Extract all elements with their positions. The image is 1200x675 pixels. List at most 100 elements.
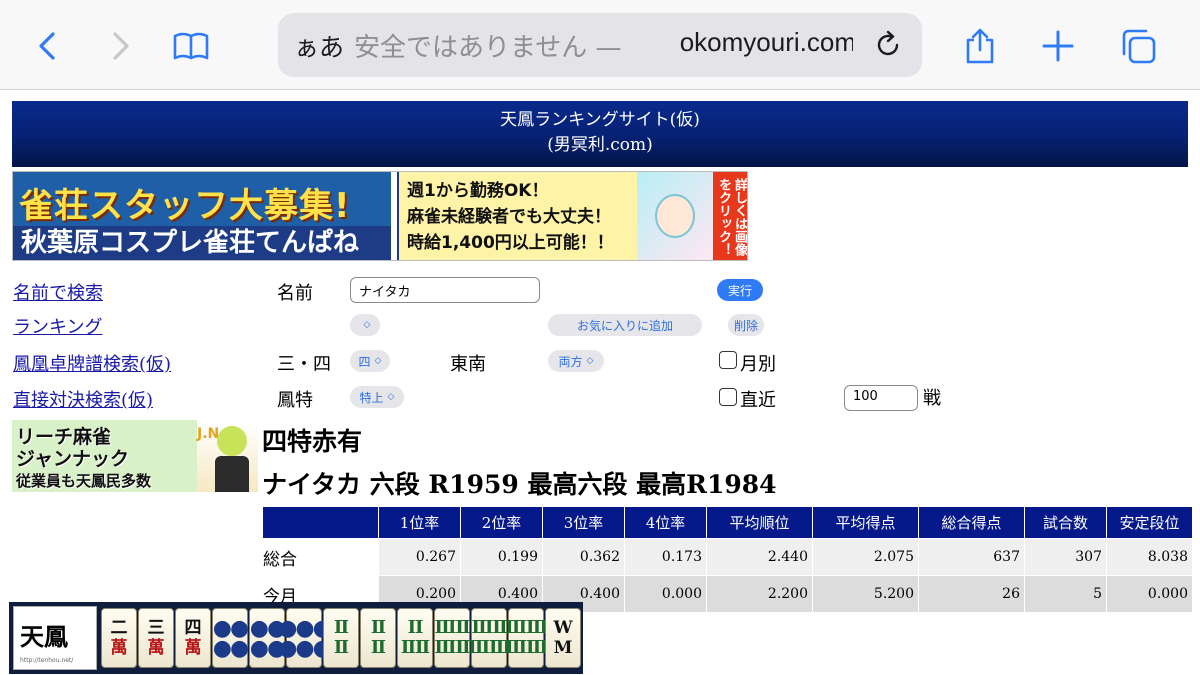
tile-bottom: ⅡⅡ (400, 637, 430, 658)
length-select-value: 両方 (558, 354, 583, 369)
recent-checkbox[interactable] (719, 388, 737, 406)
mahjong-tile-icon: ⅠⅠ ⅡⅡ (397, 608, 433, 668)
plus-icon[interactable] (1034, 22, 1082, 70)
table-cell: 0.362 (542, 538, 625, 576)
tile-top: 三 (147, 618, 165, 638)
tile-top: ⅢⅢ (505, 617, 548, 638)
header-cell (262, 506, 379, 539)
tenhou-logo-text: 天鳳 (20, 622, 68, 651)
games-unit-label: 戦 (923, 388, 941, 409)
delete-button[interactable]: 削除 (728, 314, 764, 336)
execute-button[interactable]: 実行 (717, 279, 763, 301)
link-ranking[interactable]: ランキング (13, 313, 102, 339)
name-label: 名前 (277, 283, 313, 304)
reader-aa-button[interactable]: ぁあ (294, 28, 344, 64)
name-input[interactable]: ナイタカ (350, 277, 540, 303)
tenhou-logo: 天鳳 http://tenhou.net/ (13, 606, 97, 670)
header-cell: 1位率 (378, 506, 461, 539)
link-name-search[interactable]: 名前で検索 (13, 279, 103, 305)
room-select[interactable]: 特上 ◇ (350, 386, 404, 408)
jannak-text-panel: リーチ麻雀 ジャンナック 従業員も天鳳民多数 (12, 420, 197, 492)
header-cell: 安定段位 (1106, 506, 1193, 539)
staff-recruit-ad-banner[interactable]: 雀荘スタッフ大募集! 秋葉原コスプレ雀荘てんぱね 週1から勤務OK！ 麻雀未経験… (12, 171, 748, 261)
ad-line: 時給1,400円以上可能！！ (407, 233, 614, 253)
mahjong-tile-icon: ⅢⅡ ⅢⅡ (434, 608, 471, 668)
rule-title: 四特赤有 (262, 427, 363, 456)
back-chevron-icon[interactable] (24, 22, 72, 70)
share-icon[interactable] (956, 22, 1004, 70)
header-cell: 3位率 (542, 506, 625, 539)
stats-header-row: 1位率 2位率 3位率 4位率 平均順位 平均得点 総合得点 試合数 安定段位 (262, 506, 1193, 539)
ad-headline: 雀荘スタッフ大募集! (19, 186, 351, 226)
favorites-select[interactable]: ◇ (350, 314, 380, 336)
table-cell: 637 (918, 538, 1025, 576)
browser-toolbar: ぁあ 安全ではありません — okomyouri.com (0, 0, 1200, 90)
table-cell: 0.000 (1106, 575, 1193, 613)
stats-table: 1位率 2位率 3位率 4位率 平均順位 平均得点 総合得点 試合数 安定段位 … (262, 506, 1193, 613)
table-cell: 5.200 (812, 575, 919, 613)
mahjong-tile-icon: ⅢⅢ ⅢⅢ (505, 608, 548, 668)
header-cell: 総合得点 (918, 506, 1025, 539)
ad-click-prompt: 詳しくは画像をクリック！ (713, 172, 747, 260)
jannak-line3: 従業員も天鳳民多数 (16, 472, 152, 490)
monthly-label: 月別 (740, 354, 776, 375)
mahjong-tile-icon: ⅡⅡ (323, 608, 359, 668)
site-title: 天鳳ランキングサイト(仮) (500, 110, 700, 130)
tabs-icon[interactable] (1114, 22, 1162, 70)
ad-character-illustration (637, 172, 713, 260)
row-label: 総合 (262, 538, 379, 576)
tile-top: 二 (110, 618, 128, 638)
ad-line: 週1から勤務OK！ (407, 181, 549, 201)
tile-bottom: 萬 (147, 638, 165, 658)
tenhou-ad-banner[interactable]: 天鳳 http://tenhou.net/ 二萬三萬四萬 ●● ●● ●● ●● ●●● ●… (9, 602, 583, 674)
table-cell: 307 (1024, 538, 1107, 576)
tile-bottom: ⅢⅢ (505, 637, 548, 658)
recent-count-input[interactable]: 100 (844, 385, 918, 411)
players-select[interactable]: 四 ◇ (350, 350, 390, 372)
link-direct-match-search[interactable]: 直接対決検索(仮) (13, 386, 153, 412)
jannak-line2: ジャンナック (16, 448, 130, 470)
link-houou-log-search[interactable]: 鳳凰卓牌譜検索(仮) (13, 350, 171, 376)
table-cell: 0.173 (624, 538, 707, 576)
table-cell: 0.000 (624, 575, 707, 613)
room-label: 鳳特 (277, 390, 313, 411)
bookmarks-book-icon[interactable] (167, 22, 215, 70)
table-cell: 5 (1024, 575, 1107, 613)
players-select-value: 四 (358, 354, 371, 369)
not-secure-label: 安全ではありません — (354, 33, 622, 63)
address-bar[interactable]: ぁあ 安全ではありません — okomyouri.com (278, 13, 922, 77)
chevron-updown-icon: ◇ (363, 320, 371, 330)
ad-left-panel: 雀荘スタッフ大募集! 秋葉原コスプレ雀荘てんぱね (13, 172, 391, 260)
header-cell: 2位率 (460, 506, 543, 539)
tile-top: W (553, 618, 573, 638)
table-cell: 0.199 (460, 538, 543, 576)
chevron-updown-icon: ◇ (586, 356, 594, 366)
mahjong-tile-icon: WM (545, 608, 581, 668)
table-cell: 2.075 (812, 538, 919, 576)
recent-label: 直近 (740, 390, 776, 411)
monthly-checkbox[interactable] (719, 351, 737, 369)
forward-chevron-icon[interactable] (96, 22, 144, 70)
site-header: 天鳳ランキングサイト(仮) (男冥利.com) (12, 101, 1188, 167)
jn-mark: J.N (197, 426, 220, 442)
header-cell: 試合数 (1024, 506, 1107, 539)
ad-line: 麻雀未経験者でも大丈夫！ (407, 207, 611, 227)
length-select[interactable]: 両方 ◇ (548, 350, 604, 372)
header-cell: 平均順位 (706, 506, 813, 539)
mahjong-tile-icon: ●● ●● (212, 608, 249, 668)
reload-icon[interactable] (872, 29, 904, 61)
tile-top: ⅢⅡ (471, 617, 507, 638)
mahjong-tile-icon: ⅢⅡ ⅢⅢ (468, 608, 511, 668)
players-label: 三・四 (277, 354, 331, 375)
tile-top: Ⅱ (333, 617, 349, 638)
jannak-ad-banner[interactable]: リーチ麻雀 ジャンナック 従業員も天鳳民多数 J.N (12, 420, 258, 492)
web-page: 天鳳ランキングサイト(仮) (男冥利.com) 雀荘スタッフ大募集! 秋葉原コス… (0, 91, 1200, 675)
mahjong-tile-icon: ⅡⅡ (360, 608, 396, 668)
add-favorite-button[interactable]: お気に入りに追加 (548, 314, 702, 336)
tile-bottom: Ⅱ (333, 637, 349, 658)
table-cell: 8.038 (1106, 538, 1193, 576)
tile-bottom: 萬 (110, 638, 128, 658)
domain-label: okomyouri.com (679, 27, 853, 57)
mascot-body (215, 456, 249, 492)
jannak-mascot: J.N (197, 420, 258, 492)
